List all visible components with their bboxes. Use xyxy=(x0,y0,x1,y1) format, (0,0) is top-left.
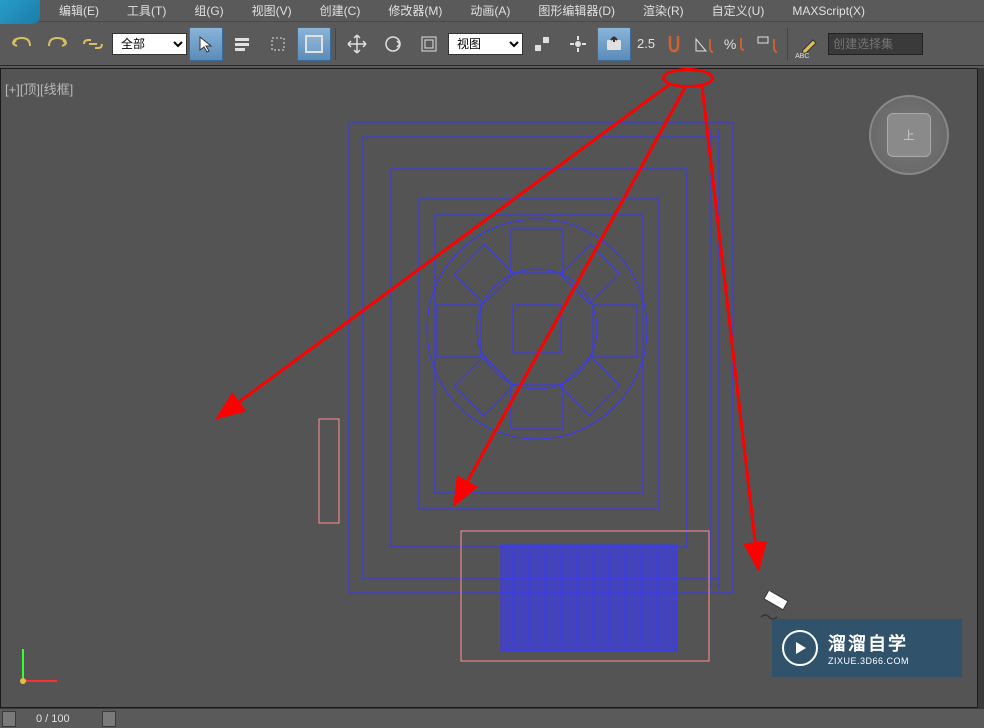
menu-graph-editors[interactable]: 图形编辑器(D) xyxy=(524,0,629,22)
viewport-content xyxy=(1,69,979,709)
main-toolbar: 全部 视图 2.5 % xyxy=(0,22,984,66)
abc-label: ABC xyxy=(795,53,809,60)
link-button[interactable] xyxy=(76,27,110,61)
app-icon xyxy=(0,0,40,24)
viewcube-face[interactable]: 上 xyxy=(887,113,931,157)
select-by-name-button[interactable] xyxy=(225,27,259,61)
menu-tools[interactable]: 工具(T) xyxy=(113,0,180,22)
snap-toggle-button[interactable] xyxy=(661,27,687,61)
menu-group[interactable]: 组(G) xyxy=(180,0,237,22)
window-crossing-icon xyxy=(305,35,323,53)
scale-button[interactable] xyxy=(412,27,446,61)
watermark: 溜溜自学 ZIXUE.3D66.COM xyxy=(772,619,962,677)
window-crossing-button[interactable] xyxy=(297,27,331,61)
timeline: 0 / 100 xyxy=(0,708,984,728)
rotate-button[interactable] xyxy=(376,27,410,61)
edit-named-selection-button[interactable]: ABC xyxy=(792,27,826,61)
angle-snap-button[interactable] xyxy=(689,27,719,61)
selection-filter-dropdown[interactable]: 全部 xyxy=(112,33,187,55)
vertical-scrollbar[interactable] xyxy=(978,68,984,708)
move-button[interactable] xyxy=(340,27,374,61)
menu-customize[interactable]: 自定义(U) xyxy=(698,0,779,22)
timeline-prev-button[interactable] xyxy=(2,711,16,727)
percent-snap-button[interactable]: % xyxy=(721,27,751,61)
menubar: 编辑(E) 工具(T) 组(G) 视图(V) 创建(C) 修改器(M) 动画(A… xyxy=(0,0,984,22)
spinner-snap-button[interactable] xyxy=(753,27,783,61)
snap-spinner-value: 2.5 xyxy=(633,36,659,51)
select-object-button[interactable] xyxy=(189,27,223,61)
timeline-position: 0 / 100 xyxy=(18,713,100,725)
timeline-next-button[interactable] xyxy=(102,711,116,727)
percent-icon: % xyxy=(724,36,736,52)
menu-maxscript[interactable]: MAXScript(X) xyxy=(778,1,879,21)
viewcube[interactable]: 上 xyxy=(869,95,949,175)
viewport[interactable]: [+][顶][线框] xyxy=(0,68,978,708)
menu-rendering[interactable]: 渲染(R) xyxy=(629,0,698,22)
select-region-rect-button[interactable] xyxy=(261,27,295,61)
keyboard-shortcut-override-button[interactable] xyxy=(597,27,631,61)
redo-button[interactable] xyxy=(40,27,74,61)
watermark-title: 溜溜自学 xyxy=(828,630,909,656)
use-pivot-button[interactable] xyxy=(525,27,559,61)
menu-views[interactable]: 视图(V) xyxy=(238,0,306,22)
separator xyxy=(787,28,788,60)
selection-set-input[interactable] xyxy=(828,33,923,55)
select-manipulate-button[interactable] xyxy=(561,27,595,61)
watermark-subtitle: ZIXUE.3D66.COM xyxy=(828,656,909,666)
annotation-circle xyxy=(662,68,714,88)
menu-animation[interactable]: 动画(A) xyxy=(456,0,524,22)
menu-modifiers[interactable]: 修改器(M) xyxy=(374,0,456,22)
ref-coord-system-dropdown[interactable]: 视图 xyxy=(448,33,523,55)
menu-edit[interactable]: 编辑(E) xyxy=(45,0,113,22)
menu-create[interactable]: 创建(C) xyxy=(306,0,375,22)
separator xyxy=(335,28,336,60)
axis-gizmo xyxy=(15,643,61,689)
undo-button[interactable] xyxy=(4,27,38,61)
play-icon xyxy=(782,630,818,666)
